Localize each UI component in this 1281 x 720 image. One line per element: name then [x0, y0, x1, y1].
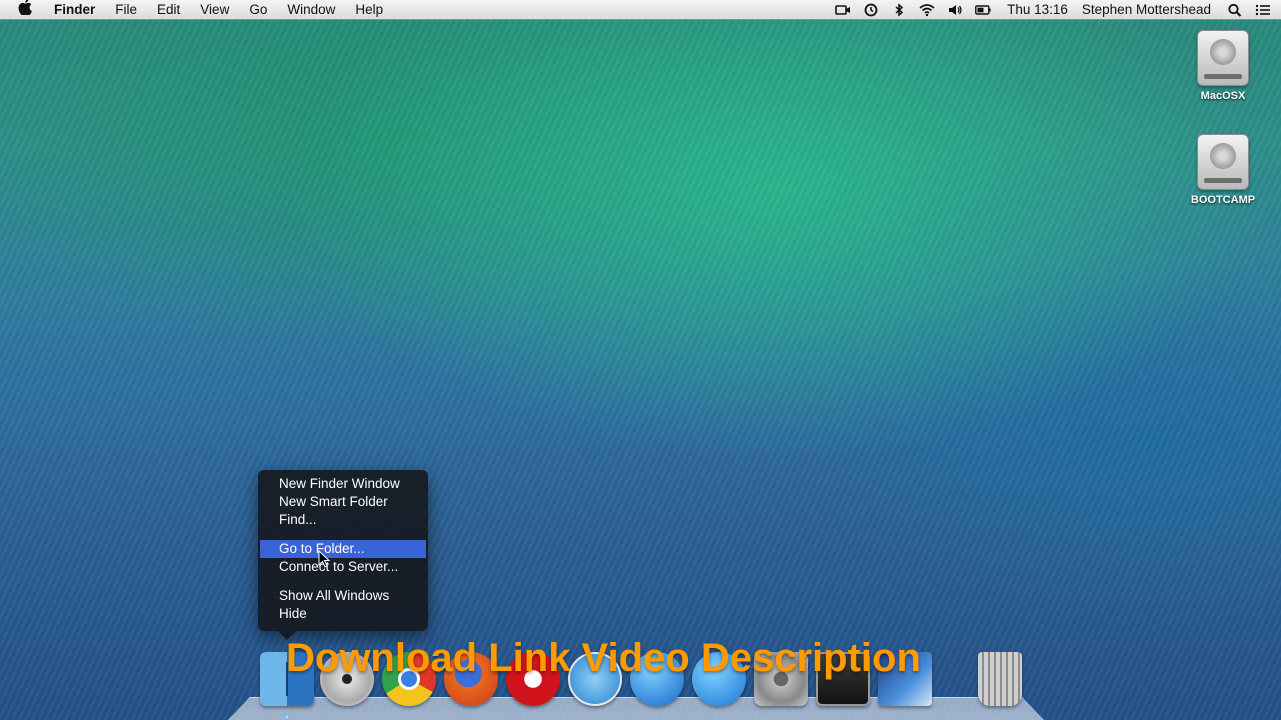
menu-item-go-to-folder[interactable]: Go to Folder...	[260, 540, 426, 558]
menu-view[interactable]: View	[190, 0, 239, 20]
mouse-cursor-icon	[318, 550, 330, 568]
menu-edit[interactable]: Edit	[147, 0, 190, 20]
menu-item-connect-to-server[interactable]: Connect to Server...	[258, 558, 428, 576]
menu-help[interactable]: Help	[345, 0, 393, 20]
menubar-clock[interactable]: Thu 13:16	[997, 0, 1078, 20]
time-machine-icon[interactable]	[863, 3, 879, 17]
menu-separator	[258, 529, 428, 540]
menu-item-new-smart-folder[interactable]: New Smart Folder	[258, 493, 428, 511]
menu-separator	[258, 576, 428, 587]
menu-go[interactable]: Go	[239, 0, 277, 20]
overlay-banner-text: Download Link Video Description	[286, 636, 921, 680]
dock-context-menu: New Finder Window New Smart Folder Find.…	[258, 470, 428, 640]
trash-icon[interactable]	[978, 652, 1022, 706]
desktop-drive-macosx[interactable]: MacOSX	[1178, 30, 1268, 102]
menu-item-hide[interactable]: Hide	[258, 605, 428, 623]
desktop-wallpaper	[0, 20, 1281, 720]
menu-item-new-finder-window[interactable]: New Finder Window	[258, 475, 428, 493]
menu-app-finder[interactable]: Finder	[44, 0, 105, 20]
status-area: Thu 13:16 Stephen Mottershead	[829, 0, 1281, 20]
bluetooth-icon[interactable]	[891, 2, 907, 17]
menu-window[interactable]: Window	[277, 0, 345, 20]
hard-drive-icon	[1197, 30, 1249, 86]
menubar-user-name[interactable]: Stephen Mottershead	[1078, 0, 1221, 20]
menu-item-find[interactable]: Find...	[258, 511, 428, 529]
drive-label: BOOTCAMP	[1190, 194, 1256, 206]
wifi-icon[interactable]	[919, 3, 935, 17]
menu-bar: Finder File Edit View Go Window Help Thu…	[0, 0, 1281, 20]
drive-label: MacOSX	[1200, 90, 1246, 102]
running-indicator	[284, 714, 290, 720]
volume-icon[interactable]	[947, 3, 963, 17]
hard-drive-icon	[1197, 134, 1249, 190]
notification-center-icon[interactable]	[1255, 3, 1271, 17]
apple-menu-icon[interactable]	[0, 0, 44, 21]
spotlight-icon[interactable]	[1227, 3, 1243, 17]
facetime-camera-icon[interactable]	[835, 3, 851, 17]
battery-icon[interactable]	[975, 3, 991, 17]
menu-item-show-all-windows[interactable]: Show All Windows	[258, 587, 428, 605]
menu-file[interactable]: File	[105, 0, 147, 20]
desktop-drive-bootcamp[interactable]: BOOTCAMP	[1178, 134, 1268, 206]
